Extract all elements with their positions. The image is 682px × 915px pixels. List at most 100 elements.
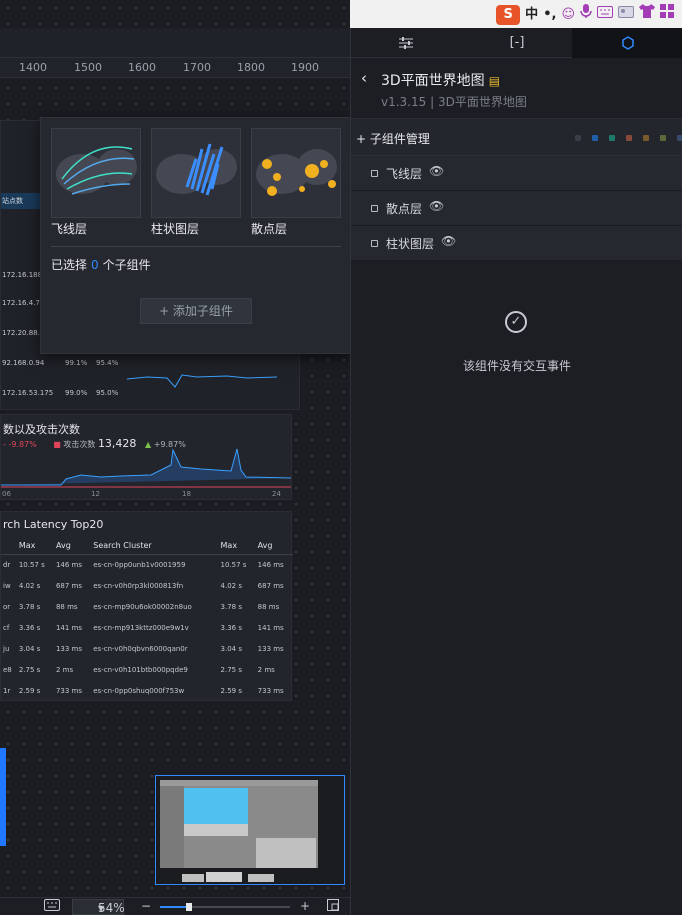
zoom-slider[interactable]	[160, 903, 290, 911]
minimap[interactable]	[155, 775, 345, 885]
thumb-bar-layer[interactable]: 柱状图层	[151, 128, 241, 237]
editor-canvas[interactable]: 1400 1500 1600 1700 1800 1900 站点数 172.16…	[0, 0, 350, 915]
monitor-rate: 95.4%	[96, 359, 119, 367]
attack-title: 数以及攻击次数	[3, 423, 80, 436]
ime-logo-icon[interactable]: S	[496, 4, 521, 25]
add-subcomponent-button[interactable]: + 添加子组件	[140, 298, 252, 324]
emoji-icon[interactable]: ☺	[561, 5, 575, 25]
table-row: ju 3.04 s 133 ms es-cn-v0h0qbvn6000qan0r 3.0…	[3, 644, 284, 653]
grid-apps-icon[interactable]	[660, 4, 674, 25]
check-circle-icon: ✓	[505, 311, 527, 333]
manager-tool-icon[interactable]	[575, 135, 581, 141]
tab-data[interactable]: [-]	[461, 28, 573, 58]
component-header: ‹ 3D平面世界地图 ▤ v1.3.15 | 3D平面世界地图	[351, 58, 682, 118]
fit-screen-icon[interactable]	[327, 899, 339, 914]
ruler-tick: 1900	[291, 61, 319, 74]
panel-tabs: [-]	[351, 28, 682, 58]
eye-icon[interactable]: 👁	[429, 199, 444, 213]
monitor-rate: 95.0%	[96, 389, 119, 397]
table-row: e8 2.75 s2 ms es-cn-v0h101btb000pqde9 2.75 …	[3, 665, 275, 674]
table-row: iw 4.02 s 687 ms es-cn-v0h0rp3kl000813fn 4.0…	[3, 581, 284, 590]
canvas-toolbar	[0, 28, 350, 58]
layer-checkbox[interactable]	[371, 205, 378, 212]
manager-tool-icon[interactable]	[660, 135, 666, 141]
component-title: 3D平面世界地图 ▤	[381, 73, 501, 89]
layer-item-flyline[interactable]: 飞线层 👁	[351, 156, 682, 191]
monitor-sparkline	[127, 374, 277, 388]
ruler-tick: 1700	[183, 61, 211, 74]
eye-icon[interactable]: 👁	[441, 234, 456, 248]
monitor-header: 站点数	[2, 197, 23, 205]
back-chevron-icon[interactable]: ‹	[361, 69, 367, 87]
thumb-label: 散点层	[251, 222, 288, 236]
attack-line-chart	[1, 448, 291, 488]
manager-tool-icon[interactable]	[643, 135, 649, 141]
sliders-icon	[399, 36, 414, 49]
ruler-tick: 1500	[74, 61, 102, 74]
document-icon[interactable]: ▤	[489, 74, 500, 88]
monitor-ip: 92.168.0.94	[2, 359, 45, 367]
minimap-preview	[160, 780, 318, 882]
zoom-slider-knob[interactable]	[185, 903, 192, 911]
monitor-rate: 99.0%	[65, 389, 88, 397]
thumb-scatter-layer-image	[251, 128, 341, 218]
ruler-tick: 1800	[237, 61, 265, 74]
manager-tool-icon[interactable]	[609, 135, 615, 141]
zoom-out-button[interactable]: −	[141, 899, 151, 913]
horizontal-ruler: 1400 1500 1600 1700 1800 1900	[0, 58, 350, 78]
selected-count: 0	[91, 258, 99, 272]
manager-toolbar	[575, 135, 682, 141]
selected-widget-edge[interactable]	[0, 748, 6, 846]
chevron-down-icon: ▾	[98, 901, 105, 915]
microphone-icon[interactable]	[580, 3, 592, 26]
manager-tool-icon[interactable]	[592, 135, 598, 141]
interaction-hexagon-icon	[621, 36, 634, 50]
subcomponent-manager-label[interactable]: + 子组件管理	[356, 130, 430, 147]
thumb-label: 飞线层	[51, 222, 88, 236]
tab-style[interactable]	[351, 28, 462, 58]
monitor-ip: 172.16.53.175	[2, 389, 54, 397]
latency-board[interactable]: rch Latency Top20 Max Avg Search Cluster…	[0, 511, 293, 701]
keyboard-shortcut-icon[interactable]	[44, 899, 60, 914]
table-row: cf 3.36 s 141 ms es-cn-mp913kttz000e9w1v 3.3…	[3, 623, 284, 632]
ruler-tick: 1400	[19, 61, 47, 74]
latency-title: rch Latency Top20	[3, 518, 104, 531]
component-version: v1.3.15 | 3D平面世界地图	[381, 95, 527, 109]
layer-checkbox[interactable]	[371, 170, 378, 177]
attack-x-tick: 12	[91, 490, 100, 498]
layer-item-bar[interactable]: 柱状图层 👁	[351, 226, 682, 261]
layer-checkbox[interactable]	[371, 240, 378, 247]
attack-board[interactable]: 数以及攻击次数 - -9.87% ■ 攻击次数 13,428 ▲ +9.87% …	[0, 414, 292, 500]
add-subcomponent-popover: 飞线层 柱状图层 散点层 已选择 0 个子组件 + 添加子组件	[40, 117, 350, 354]
thumb-label: 柱状图层	[151, 222, 200, 236]
skin-shirt-icon[interactable]	[639, 4, 655, 25]
tray-tools: S 中 •, ☺	[496, 3, 674, 26]
thumb-scatter-layer[interactable]: 散点层	[251, 128, 341, 237]
zoom-in-button[interactable]: +	[300, 899, 310, 913]
user-card-icon[interactable]	[618, 5, 634, 25]
layer-name: 柱状图层	[386, 237, 435, 251]
manager-tool-icon[interactable]	[677, 135, 682, 141]
zoom-slider-fill	[160, 906, 189, 908]
latency-table: Max Avg Search Cluster Max Avg dr 10.57 s…	[1, 538, 293, 701]
monitor-ip: 172.16.4.70	[2, 299, 45, 307]
no-event-text: 该组件没有交互事件	[462, 359, 571, 373]
data-bracket-icon: [-]	[509, 35, 525, 50]
keyboard-icon[interactable]	[597, 5, 613, 25]
zoom-select[interactable]: 54% ▾	[72, 899, 125, 915]
manager-tool-icon[interactable]	[626, 135, 632, 141]
tab-interaction[interactable]	[572, 28, 682, 58]
layer-name: 散点层	[386, 202, 423, 216]
thumb-flyline[interactable]: 飞线层	[51, 128, 141, 237]
table-row: 1r 2.59 s 733 ms es-cn-0pp0shuq000f753w 2.59…	[3, 686, 284, 695]
ruler-tick: 1600	[128, 61, 156, 74]
ime-language-toggle[interactable]: 中	[525, 5, 538, 25]
eye-icon[interactable]: 👁	[429, 164, 444, 178]
ime-punctuation-toggle[interactable]: •,	[543, 5, 556, 25]
layer-name: 飞线层	[386, 167, 423, 181]
canvas-bottom-bar: 54% ▾ − +	[0, 897, 350, 915]
subcomponent-manager[interactable]: + 子组件管理	[351, 118, 682, 156]
attack-x-tick: 18	[182, 490, 191, 498]
divider	[51, 246, 341, 247]
layer-item-scatter[interactable]: 散点层 👁	[351, 191, 682, 226]
